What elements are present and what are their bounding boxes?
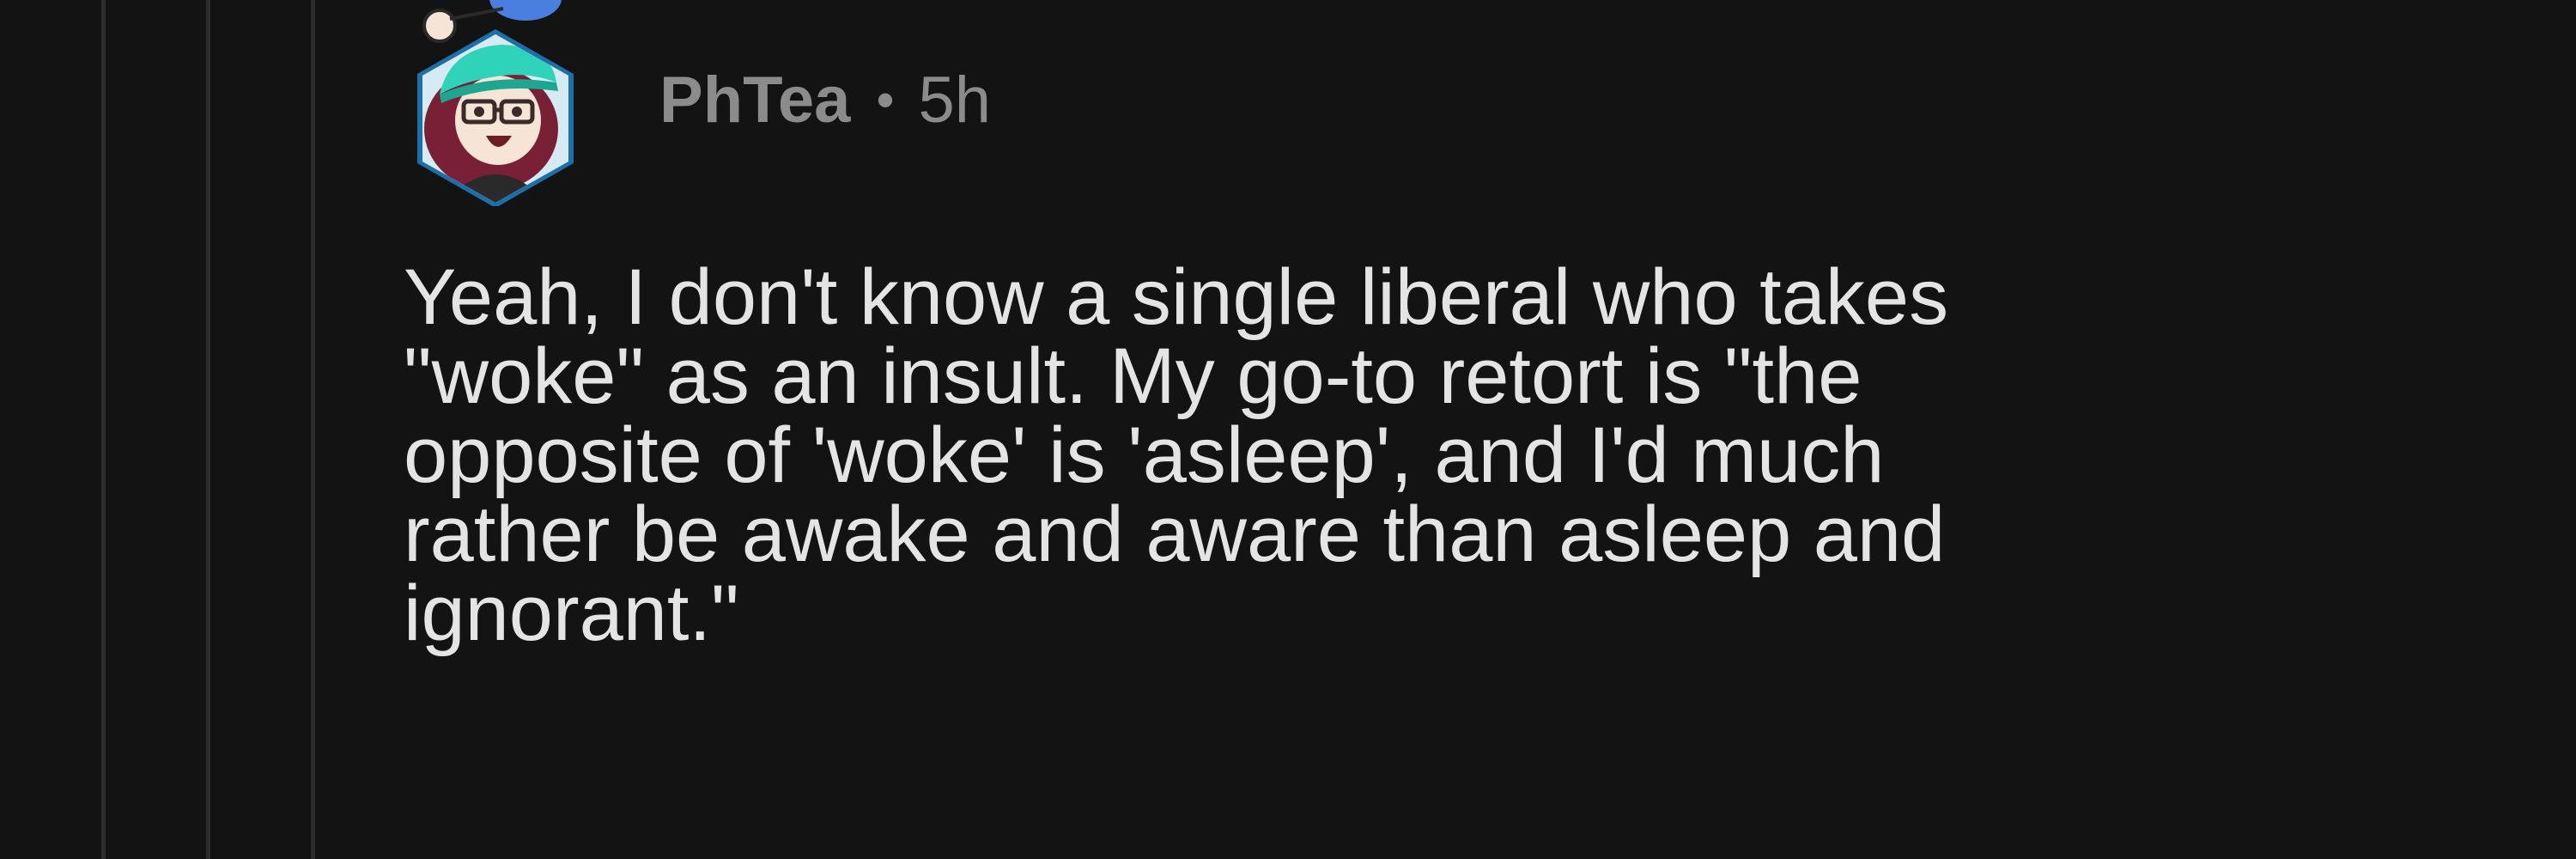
comment-body-line: opposite of 'woke' is 'asleep', and I'd … (404, 411, 1885, 499)
avatar-graphic (417, 0, 574, 208)
comment-body: Yeah, I don't know a single liberal who … (404, 258, 2516, 653)
meta-separator: • (876, 70, 895, 129)
comment-author[interactable]: PhTea (659, 63, 850, 137)
comment-body-line: "woke" as an insult. My go-to retort is … (404, 332, 1862, 420)
thread-indent-line[interactable] (206, 0, 210, 859)
comment-meta: PhTea • 5h (659, 57, 991, 143)
comment-body-line: rather be awake and aware than asleep an… (404, 490, 1946, 578)
comment-timestamp: 5h (918, 63, 991, 137)
comment-thread: PhTea • 5h Yeah, I don't know a single l… (0, 0, 2576, 859)
comment-body-line: ignorant." (404, 570, 739, 657)
comment-body-line: Yeah, I don't know a single liberal who … (404, 253, 1949, 341)
user-avatar-icon[interactable] (397, 0, 594, 208)
thread-indent-line[interactable] (101, 0, 106, 859)
thread-indent-line[interactable] (311, 0, 315, 859)
